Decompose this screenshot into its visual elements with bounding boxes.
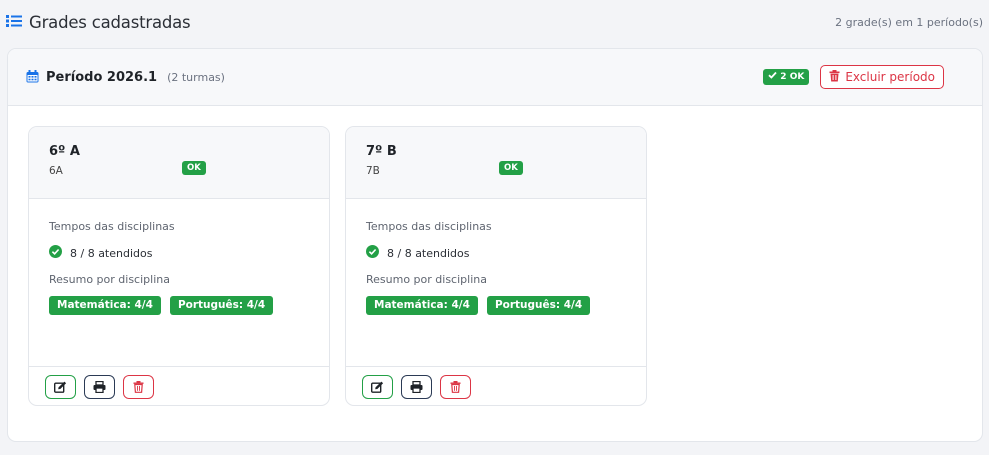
status-badge: OK: [182, 161, 206, 175]
summary-label: Resumo por disciplina: [49, 273, 170, 286]
period-panel: Período 2026.1 (2 turmas) 2 OK Excluir p…: [7, 48, 983, 442]
class-name: 7º B: [366, 144, 397, 159]
period-ok-badge-label: 2 OK: [780, 72, 805, 82]
delete-grade-button[interactable]: [440, 375, 471, 399]
class-code: 6A: [49, 165, 63, 177]
list-icon: [6, 13, 22, 32]
edit-button[interactable]: [362, 375, 393, 399]
trash-icon: [829, 69, 840, 85]
period-title-group: Período 2026.1 (2 turmas): [26, 68, 225, 87]
grades-summary: 2 grade(s) em 1 período(s): [835, 15, 983, 29]
delete-period-button[interactable]: Excluir período: [820, 65, 944, 89]
delete-period-label: Excluir período: [845, 70, 935, 84]
period-header: Período 2026.1 (2 turmas) 2 OK Excluir p…: [8, 49, 982, 106]
period-actions: 2 OK Excluir período: [763, 65, 944, 89]
edit-icon: [370, 378, 384, 397]
class-name: 6º A: [49, 144, 80, 159]
class-status: OK: [499, 155, 523, 175]
check-circle-icon: [366, 245, 379, 261]
trash-icon: [450, 378, 461, 397]
grade-card: 7º B 7B OK Tempos das disciplinas 8 / 8 …: [345, 126, 647, 406]
subject-tags: Matemática: 4/4 Português: 4/4: [49, 296, 274, 315]
class-status: OK: [182, 155, 206, 175]
period-title: Período 2026.1: [46, 69, 158, 85]
period-ok-badge: 2 OK: [763, 69, 810, 85]
attendance-text: 8 / 8 atendidos: [387, 246, 470, 260]
attendance-status: 8 / 8 atendidos: [366, 245, 469, 261]
attendance-text: 8 / 8 atendidos: [70, 246, 153, 260]
times-label: Tempos das disciplinas: [49, 220, 175, 233]
delete-grade-button[interactable]: [123, 375, 154, 399]
subject-tag: Português: 4/4: [486, 296, 591, 315]
subject-tag: Matemática: 4/4: [49, 296, 161, 315]
status-badge: OK: [499, 161, 523, 175]
grade-card-header: 6º A 6A OK: [29, 127, 329, 199]
attendance-status: 8 / 8 atendidos: [49, 245, 152, 261]
page-title-group: Grades cadastradas: [6, 12, 191, 32]
trash-icon: [133, 378, 144, 397]
subject-tags: Matemática: 4/4 Português: 4/4: [366, 296, 591, 315]
page-header: Grades cadastradas 2 grade(s) em 1 perío…: [0, 0, 989, 44]
print-button[interactable]: [84, 375, 115, 399]
grade-card-body: Tempos das disciplinas 8 / 8 atendidos R…: [346, 199, 646, 366]
subject-tag: Português: 4/4: [169, 296, 274, 315]
print-icon: [410, 378, 423, 397]
print-icon: [93, 378, 106, 397]
edit-icon: [53, 378, 67, 397]
grade-card-actions: [29, 366, 329, 405]
print-button[interactable]: [401, 375, 432, 399]
calendar-icon: [26, 68, 39, 87]
check-icon: [768, 71, 777, 83]
grade-card: 6º A 6A OK Tempos das disciplinas 8 / 8 …: [28, 126, 330, 406]
times-label: Tempos das disciplinas: [366, 220, 492, 233]
check-circle-icon: [49, 245, 62, 261]
edit-button[interactable]: [45, 375, 76, 399]
period-class-count: (2 turmas): [167, 70, 225, 84]
grade-card-body: Tempos das disciplinas 8 / 8 atendidos R…: [29, 199, 329, 366]
summary-label: Resumo por disciplina: [366, 273, 487, 286]
page-title: Grades cadastradas: [29, 12, 191, 32]
grade-card-header: 7º B 7B OK: [346, 127, 646, 199]
grade-card-actions: [346, 366, 646, 405]
subject-tag: Matemática: 4/4: [366, 296, 478, 315]
class-code: 7B: [366, 165, 380, 177]
